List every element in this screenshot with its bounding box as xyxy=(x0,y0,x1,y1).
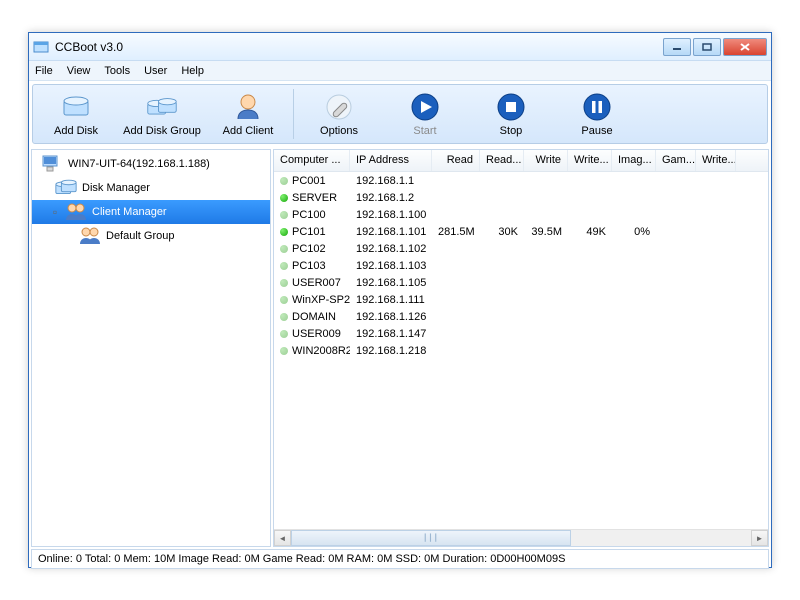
app-icon xyxy=(33,39,49,55)
body-area: WIN7-UIT-64(192.168.1.188) Disk Manager … xyxy=(29,147,771,549)
status-dot-icon xyxy=(280,177,288,185)
scroll-left-button[interactable]: ◄ xyxy=(274,530,291,546)
add-disk-group-button[interactable]: Add Disk Group xyxy=(119,85,205,143)
close-button[interactable] xyxy=(723,38,767,56)
menu-file[interactable]: File xyxy=(35,65,53,77)
add-disk-label: Add Disk xyxy=(54,125,98,137)
client-list: Computer ... IP Address Read Read... Wri… xyxy=(273,149,769,547)
status-dot-icon xyxy=(280,347,288,355)
nav-tree[interactable]: WIN7-UIT-64(192.168.1.188) Disk Manager … xyxy=(31,149,271,547)
disk-icon xyxy=(60,91,92,123)
table-row[interactable]: DOMAIN192.168.1.126 xyxy=(274,308,768,325)
scroll-grip-icon: ┃┃┃ xyxy=(423,534,439,542)
stop-label: Stop xyxy=(500,125,523,137)
tree-client-manager[interactable]: ▫ Client Manager xyxy=(32,200,270,224)
menu-tools[interactable]: Tools xyxy=(104,65,130,77)
table-row[interactable]: PC100192.168.1.100 xyxy=(274,206,768,223)
tree-root-label: WIN7-UIT-64(192.168.1.188) xyxy=(68,158,210,170)
list-body[interactable]: PC001192.168.1.1SERVER192.168.1.2PC10019… xyxy=(274,172,768,529)
tree-disk-manager-label: Disk Manager xyxy=(82,182,150,194)
add-disk-group-label: Add Disk Group xyxy=(123,125,201,137)
table-row[interactable]: USER007192.168.1.105 xyxy=(274,274,768,291)
add-client-button[interactable]: Add Client xyxy=(205,85,291,143)
col-write-s[interactable]: Write... xyxy=(568,150,612,171)
col-write2[interactable]: Write... xyxy=(696,150,736,171)
col-read-s[interactable]: Read... xyxy=(480,150,524,171)
col-write[interactable]: Write xyxy=(524,150,568,171)
tree-disk-manager[interactable]: Disk Manager xyxy=(32,176,270,200)
maximize-button[interactable] xyxy=(693,38,721,56)
list-header[interactable]: Computer ... IP Address Read Read... Wri… xyxy=(274,150,768,172)
client-icon xyxy=(232,91,264,123)
horizontal-scrollbar[interactable]: ◄ ┃┃┃ ► xyxy=(274,529,768,546)
scroll-right-button[interactable]: ► xyxy=(751,530,768,546)
col-read[interactable]: Read xyxy=(432,150,480,171)
table-row[interactable]: PC101192.168.1.101281.5M30K39.5M49K0% xyxy=(274,223,768,240)
play-icon xyxy=(409,91,441,123)
col-ip[interactable]: IP Address xyxy=(350,150,432,171)
table-row[interactable]: PC103192.168.1.103 xyxy=(274,257,768,274)
scroll-thumb[interactable]: ┃┃┃ xyxy=(291,530,571,546)
disks-icon xyxy=(54,176,78,200)
titlebar[interactable]: CCBoot v3.0 xyxy=(29,33,771,61)
col-game[interactable]: Gam... xyxy=(656,150,696,171)
pause-label: Pause xyxy=(581,125,612,137)
start-label: Start xyxy=(413,125,436,137)
options-label: Options xyxy=(320,125,358,137)
options-button[interactable]: Options xyxy=(296,85,382,143)
status-text: Online: 0 Total: 0 Mem: 10M Image Read: … xyxy=(38,553,565,565)
toolbar-separator xyxy=(293,89,294,139)
toolbar: Add Disk Add Disk Group Add Client Optio… xyxy=(32,84,768,144)
col-computer[interactable]: Computer ... xyxy=(274,150,350,171)
tree-client-manager-label: Client Manager xyxy=(92,206,167,218)
status-dot-icon xyxy=(280,211,288,219)
menu-user[interactable]: User xyxy=(144,65,167,77)
menu-help[interactable]: Help xyxy=(181,65,204,77)
table-row[interactable]: SERVER192.168.1.2 xyxy=(274,189,768,206)
users-icon xyxy=(64,200,88,224)
status-dot-icon xyxy=(280,313,288,321)
table-row[interactable]: WIN2008R2C192.168.1.218 xyxy=(274,342,768,359)
app-window: CCBoot v3.0 File View Tools User Help Ad… xyxy=(28,32,772,568)
table-row[interactable]: USER009192.168.1.147 xyxy=(274,325,768,342)
menu-view[interactable]: View xyxy=(67,65,91,77)
minimize-button[interactable] xyxy=(663,38,691,56)
status-dot-icon xyxy=(280,279,288,287)
wrench-icon xyxy=(323,91,355,123)
start-button[interactable]: Start xyxy=(382,85,468,143)
status-dot-icon xyxy=(280,330,288,338)
add-disk-button[interactable]: Add Disk xyxy=(33,85,119,143)
add-client-label: Add Client xyxy=(223,125,274,137)
statusbar: Online: 0 Total: 0 Mem: 10M Image Read: … xyxy=(31,549,769,569)
status-dot-icon xyxy=(280,296,288,304)
pause-icon xyxy=(581,91,613,123)
table-row[interactable]: WinXP-SP2-P192.168.1.111 xyxy=(274,291,768,308)
menubar: File View Tools User Help xyxy=(29,61,771,81)
collapse-icon[interactable]: ▫ xyxy=(50,205,60,219)
users-icon xyxy=(78,224,102,248)
computer-icon xyxy=(40,152,64,176)
tree-default-group-label: Default Group xyxy=(106,230,174,242)
stop-icon xyxy=(495,91,527,123)
status-dot-icon xyxy=(280,262,288,270)
status-dot-icon xyxy=(280,194,288,202)
stop-button[interactable]: Stop xyxy=(468,85,554,143)
pause-button[interactable]: Pause xyxy=(554,85,640,143)
status-dot-icon xyxy=(280,245,288,253)
status-dot-icon xyxy=(280,228,288,236)
tree-root[interactable]: WIN7-UIT-64(192.168.1.188) xyxy=(32,152,270,176)
col-image[interactable]: Imag... xyxy=(612,150,656,171)
scroll-track[interactable]: ┃┃┃ xyxy=(291,530,751,546)
window-title: CCBoot v3.0 xyxy=(55,40,661,54)
table-row[interactable]: PC102192.168.1.102 xyxy=(274,240,768,257)
tree-default-group[interactable]: Default Group xyxy=(32,224,270,248)
table-row[interactable]: PC001192.168.1.1 xyxy=(274,172,768,189)
disk-group-icon xyxy=(146,91,178,123)
